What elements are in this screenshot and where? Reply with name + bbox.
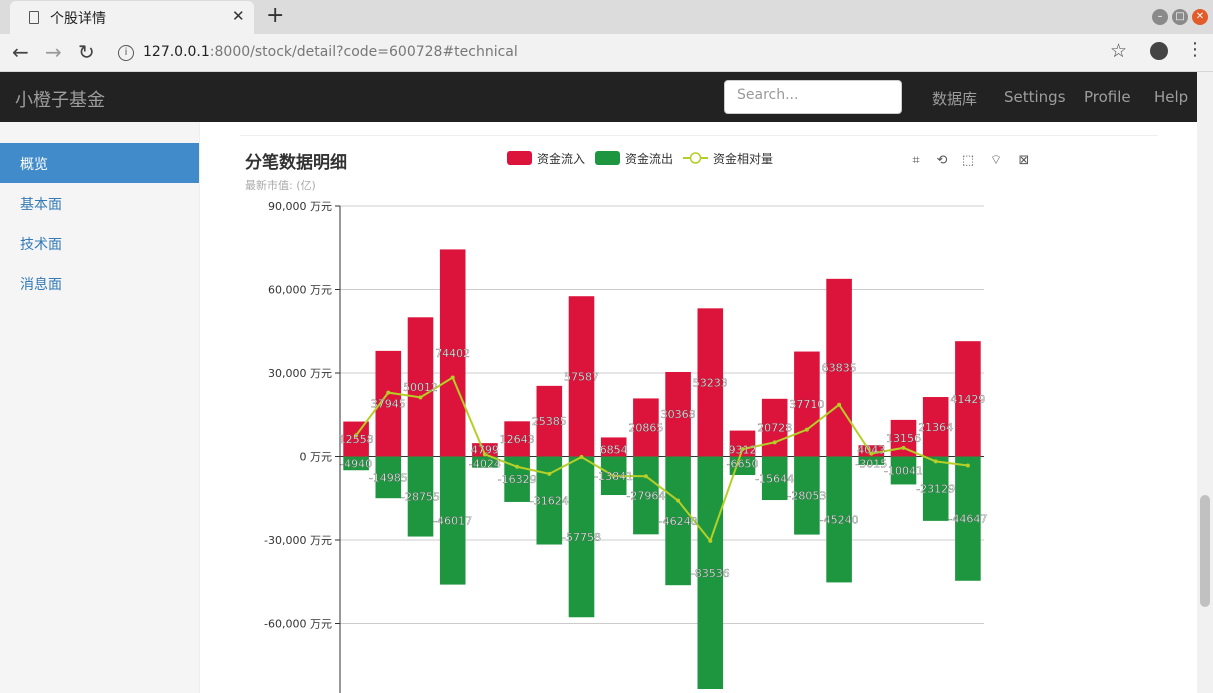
outflow-data-label: -46240 (659, 515, 698, 528)
inflow-data-label: 57587 (564, 370, 599, 383)
inflow-data-label: 20865 (628, 421, 663, 434)
inflow-data-label: 37710 (789, 398, 824, 411)
relative-point (933, 459, 938, 464)
outflow-data-label: -4940 (340, 458, 372, 471)
outflow-data-label: -14985 (369, 471, 408, 484)
inflow-data-label: 41429 (950, 393, 985, 406)
inflow-data-label: 4043 (857, 444, 885, 457)
y-tick-label: -60,000 万元 (264, 618, 332, 631)
outflow-data-label: -28053 (787, 490, 826, 503)
scrollbar-thumb[interactable] (1200, 495, 1210, 607)
outflow-data-label: -6650 (727, 458, 759, 471)
y-tick-label: 0 万元 (300, 451, 333, 464)
inflow-data-label: 74402 (435, 347, 470, 360)
y-tick-label: -30,000 万元 (264, 534, 332, 547)
y-tick-label: 60,000 万元 (268, 284, 332, 297)
inflow-data-label: 37945 (371, 398, 406, 411)
relative-point (804, 427, 809, 432)
relative-point (515, 464, 520, 469)
y-tick-label: 30,000 万元 (268, 367, 332, 380)
inflow-data-label: 53233 (693, 376, 728, 389)
inflow-data-label: 50012 (403, 381, 438, 394)
outflow-data-label: -13841 (594, 470, 633, 483)
relative-point (837, 402, 842, 407)
relative-point (708, 538, 713, 543)
relative-point (772, 440, 777, 445)
inflow-data-label: 9312 (729, 444, 757, 457)
outflow-data-label: -15644 (755, 472, 794, 485)
outflow-data-label: -4024 (469, 458, 501, 471)
outflow-data-label: -28755 (401, 491, 440, 504)
relative-point (386, 390, 391, 395)
relative-point (579, 454, 584, 459)
relative-point (901, 445, 906, 450)
inflow-data-label: 12558 (339, 433, 374, 446)
outflow-data-label: -83536 (691, 567, 730, 580)
inflow-data-label: 4799 (471, 444, 499, 457)
inflow-data-label: 30368 (661, 408, 696, 421)
relative-point (643, 474, 648, 479)
outflow-data-label: -57758 (562, 531, 601, 544)
inflow-data-label: 13156 (886, 432, 921, 445)
outflow-data-label: -31624 (530, 495, 569, 508)
relative-point (450, 375, 455, 380)
outflow-data-label: -10041 (884, 464, 923, 477)
inflow-data-label: 6854 (600, 444, 628, 457)
fund-flow-chart: 90,000 万元 60,000 万元 30,000 万元 0 万元 -30,000 万… (264, 200, 988, 693)
inflow-data-label: 12643 (500, 433, 535, 446)
outflow-data-label: -23129 (916, 483, 955, 496)
outflow-data-label: -27964 (626, 489, 665, 502)
outflow-data-label: -46017 (433, 515, 472, 528)
inflow-data-label: 20728 (757, 422, 792, 435)
inflow-data-label: 63835 (822, 362, 857, 375)
inflow-data-label: 21364 (918, 421, 953, 434)
relative-point (676, 498, 681, 503)
y-tick-label: 90,000 万元 (268, 200, 332, 213)
outflow-data-label: -16329 (498, 473, 537, 486)
outflow-data-label: -3015 (855, 458, 887, 471)
relative-point (418, 395, 423, 400)
outflow-data-label: -44647 (948, 513, 987, 526)
relative-point (965, 463, 970, 468)
relative-point (547, 471, 552, 476)
inflow-data-label: 25385 (532, 415, 567, 428)
outflow-data-label: -45240 (820, 513, 859, 526)
